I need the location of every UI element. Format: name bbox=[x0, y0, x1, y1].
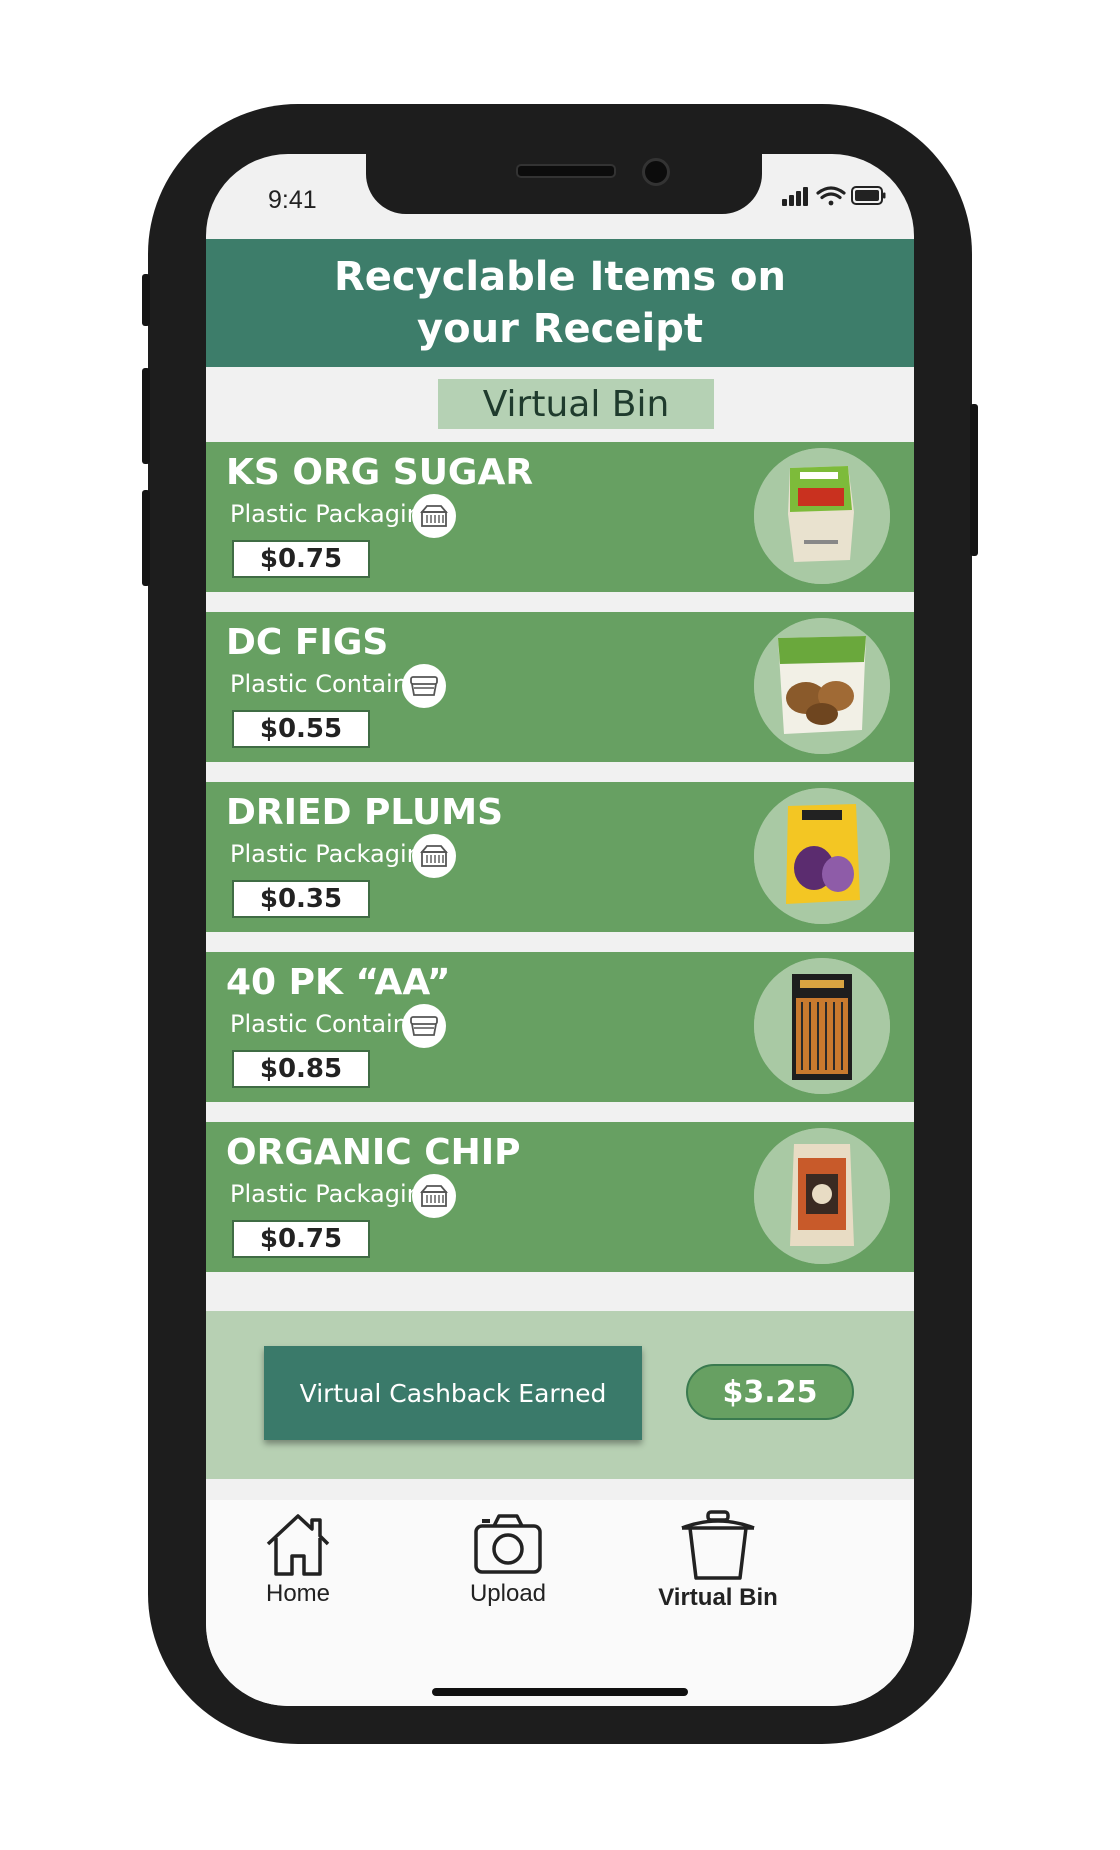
packaging-icon bbox=[412, 494, 456, 538]
list-item[interactable]: DC FIGS Plastic Container $0.55 bbox=[206, 612, 914, 762]
cashback-amount: $3.25 bbox=[686, 1364, 854, 1420]
packaging-icon bbox=[412, 834, 456, 878]
container-icon bbox=[402, 664, 446, 708]
item-name: DC FIGS bbox=[226, 622, 389, 663]
camera-icon bbox=[474, 1514, 542, 1574]
page-header: Recyclable Items on your Receipt bbox=[206, 239, 914, 367]
battery-icon bbox=[851, 186, 886, 205]
speaker bbox=[516, 164, 616, 178]
phone-frame: 9:41 Recyclable Items on your Receipt Vi… bbox=[142, 104, 978, 1744]
cellular-signal-icon bbox=[782, 187, 808, 206]
item-name: KS ORG SUGAR bbox=[226, 452, 534, 493]
list-item[interactable]: ORGANIC CHIP Plastic Packaging $0.75 bbox=[206, 1122, 914, 1272]
volume-down-button bbox=[142, 490, 150, 586]
cashback-label: Virtual Cashback Earned bbox=[264, 1346, 642, 1440]
mute-switch bbox=[142, 274, 150, 326]
bottom-tab-bar: Home Upload Virtual Bin bbox=[206, 1500, 914, 1706]
item-price: $0.75 bbox=[232, 540, 370, 578]
item-price: $0.55 bbox=[232, 710, 370, 748]
item-price: $0.35 bbox=[232, 880, 370, 918]
notch bbox=[366, 154, 762, 214]
item-type: Plastic Packaging bbox=[230, 1180, 438, 1208]
tab-virtual-bin[interactable]: Virtual Bin bbox=[438, 379, 714, 429]
product-thumbnail-chips bbox=[754, 1128, 890, 1264]
cashback-section: Virtual Cashback Earned $3.25 bbox=[206, 1311, 914, 1479]
item-price: $0.75 bbox=[232, 1220, 370, 1258]
power-button bbox=[970, 404, 978, 556]
status-icons bbox=[782, 184, 886, 212]
item-type: Plastic Packaging bbox=[230, 840, 438, 868]
wifi-icon bbox=[816, 186, 846, 206]
home-icon bbox=[266, 1514, 330, 1576]
nav-upload[interactable]: Upload bbox=[418, 1510, 598, 1620]
item-name: 40 PK “AA” bbox=[226, 962, 451, 1003]
volume-up-button bbox=[142, 368, 150, 464]
packaging-icon bbox=[412, 1174, 456, 1218]
container-icon bbox=[402, 1004, 446, 1048]
nav-home-label: Home bbox=[265, 1580, 331, 1607]
nav-home[interactable]: Home bbox=[208, 1510, 388, 1620]
item-price: $0.85 bbox=[232, 1050, 370, 1088]
item-name: DRIED PLUMS bbox=[226, 792, 504, 833]
trash-bin-icon bbox=[681, 1510, 755, 1580]
item-type: Plastic Packaging bbox=[230, 500, 438, 528]
product-thumbnail-batteries bbox=[754, 958, 890, 1094]
front-camera bbox=[642, 158, 670, 186]
status-time: 9:41 bbox=[268, 186, 317, 214]
item-name: ORGANIC CHIP bbox=[226, 1132, 521, 1173]
list-item[interactable]: DRIED PLUMS Plastic Packaging $0.35 bbox=[206, 782, 914, 932]
nav-virtual-bin[interactable]: Virtual Bin bbox=[628, 1510, 808, 1620]
phone-screen: 9:41 Recyclable Items on your Receipt Vi… bbox=[206, 154, 914, 1706]
list-item[interactable]: KS ORG SUGAR Plastic Packaging $0.75 bbox=[206, 442, 914, 592]
product-thumbnail-sugar bbox=[754, 448, 890, 584]
list-item[interactable]: 40 PK “AA” Plastic Container $0.85 bbox=[206, 952, 914, 1102]
page-title: Recyclable Items on your Receipt bbox=[333, 254, 787, 352]
product-thumbnail-plums bbox=[754, 788, 890, 924]
home-indicator[interactable] bbox=[432, 1688, 688, 1696]
nav-upload-label: Upload bbox=[469, 1580, 547, 1607]
product-thumbnail-figs bbox=[754, 618, 890, 754]
nav-virtual-bin-label: Virtual Bin bbox=[658, 1584, 778, 1611]
